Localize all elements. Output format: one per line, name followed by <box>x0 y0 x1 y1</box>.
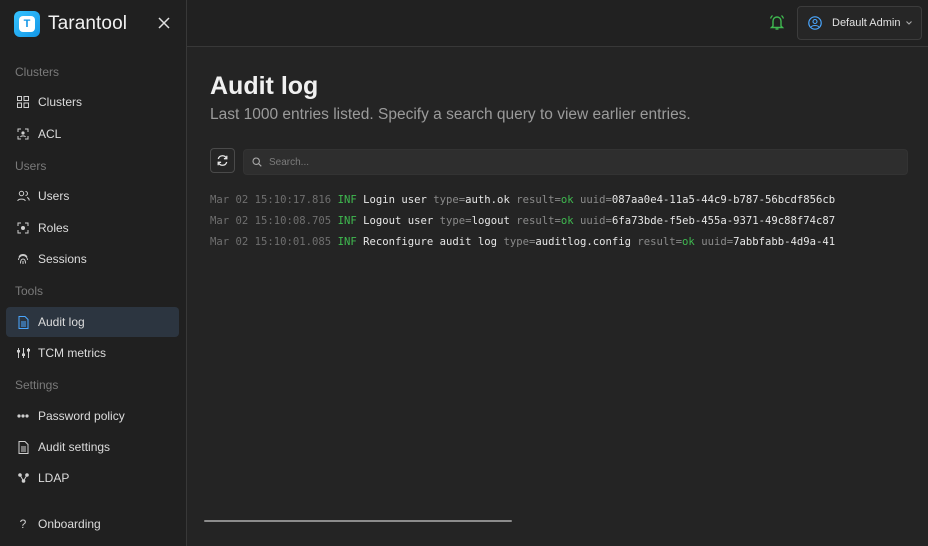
app-name: Tarantool <box>48 13 128 34</box>
log-uuid: 7abbfabb-4d9a-41 <box>733 236 836 248</box>
user-name: Default Admin <box>832 17 901 29</box>
search-icon <box>252 157 262 167</box>
log-timestamp: Mar 02 15:10:17.816 <box>210 194 332 206</box>
log-message: Logout user <box>363 215 434 227</box>
log-timestamp: Mar 02 15:10:01.085 <box>210 236 332 248</box>
document-icon <box>16 440 30 454</box>
sidebar-item-clusters[interactable]: Clusters <box>6 87 179 117</box>
sidebar-item-label: Clusters <box>38 95 83 109</box>
log-level: INF <box>337 236 357 248</box>
sidebar-item-audit-settings[interactable]: Audit settings <box>6 432 179 462</box>
refresh-button[interactable] <box>210 148 235 173</box>
log-uuid: 087aa0e4-11a5-44c9-b787-56bcdf856cb <box>611 194 836 206</box>
sidebar-item-label: Audit settings <box>38 440 111 454</box>
log-key: result= <box>637 236 683 248</box>
log-timestamp: Mar 02 15:10:08.705 <box>210 215 332 227</box>
sidebar-item-label: TCM metrics <box>38 346 106 360</box>
tarantool-logo-icon: T <box>14 11 40 37</box>
metrics-icon <box>16 346 30 360</box>
refresh-icon <box>217 155 228 166</box>
password-dots-icon <box>16 409 30 423</box>
log-key: type= <box>503 236 536 248</box>
notifications-button[interactable] <box>768 13 786 31</box>
log-entry[interactable]: Mar 02 15:10:17.816 INF Login user type=… <box>210 192 902 213</box>
section-tools: Tools <box>15 284 44 298</box>
chevron-down-icon <box>906 21 912 25</box>
sidebar-item-audit-log[interactable]: Audit log <box>6 307 179 337</box>
close-sidebar-button[interactable] <box>154 13 174 33</box>
sidebar: T Tarantool Clusters Clusters ACL Users … <box>0 0 187 546</box>
log-key: result= <box>516 194 561 206</box>
page-title: Audit log <box>210 72 319 100</box>
sidebar-item-label: LDAP <box>38 471 70 485</box>
fingerprint-icon <box>16 252 30 266</box>
section-users: Users <box>15 159 47 173</box>
document-icon <box>16 315 30 329</box>
sidebar-item-label: Onboarding <box>38 517 101 531</box>
sidebar-item-users[interactable]: Users <box>6 181 179 211</box>
log-type: auditlog.config <box>535 236 631 248</box>
sidebar-item-tcm-metrics[interactable]: TCM metrics <box>6 338 179 368</box>
sidebar-item-label: Roles <box>38 221 69 235</box>
log-result: ok <box>682 236 695 248</box>
acl-icon <box>16 127 30 141</box>
sidebar-item-roles[interactable]: Roles <box>6 213 179 243</box>
page-subtitle: Last 1000 entries listed. Specify a sear… <box>210 106 691 123</box>
log-key: result= <box>516 215 561 227</box>
brand[interactable]: T Tarantool <box>14 11 127 37</box>
clusters-icon <box>16 95 30 109</box>
ldap-network-icon <box>16 471 30 485</box>
search-input[interactable] <box>269 156 869 168</box>
section-clusters: Clusters <box>15 65 60 79</box>
sidebar-item-label: ACL <box>38 127 62 141</box>
log-level: INF <box>337 194 357 206</box>
search-box[interactable] <box>243 149 908 175</box>
sidebar-item-label: Password policy <box>38 409 125 423</box>
audit-log-list: Mar 02 15:10:17.816 INF Login user type=… <box>210 192 902 255</box>
log-key: uuid= <box>580 194 612 206</box>
sidebar-item-label: Sessions <box>38 252 87 266</box>
log-result: ok <box>560 194 574 206</box>
user-menu-button[interactable]: Default Admin <box>797 6 922 40</box>
sidebar-item-label: Users <box>38 189 70 203</box>
bell-icon <box>769 15 785 30</box>
log-key: uuid= <box>701 236 734 248</box>
user-avatar-icon <box>808 16 822 30</box>
sidebar-item-ldap[interactable]: LDAP <box>6 463 179 493</box>
sidebar-item-label: Audit log <box>38 315 85 329</box>
log-key: type= <box>439 215 472 227</box>
close-icon <box>158 17 170 29</box>
log-level: INF <box>337 215 357 227</box>
sidebar-item-password-policy[interactable]: Password policy <box>6 401 179 431</box>
log-type: logout <box>471 215 510 227</box>
log-message: Reconfigure audit log <box>363 236 498 248</box>
users-icon <box>16 189 30 203</box>
log-entry[interactable]: Mar 02 15:10:08.705 INF Logout user type… <box>210 213 902 234</box>
log-key: type= <box>433 194 466 206</box>
sidebar-item-acl[interactable]: ACL <box>6 119 179 149</box>
log-result: ok <box>560 215 574 227</box>
log-entry[interactable]: Mar 02 15:10:01.085 INF Reconfigure audi… <box>210 234 902 255</box>
log-key: uuid= <box>580 215 612 227</box>
logo-letter: T <box>19 16 35 32</box>
log-type: auth.ok <box>465 194 510 206</box>
log-uuid: 6fa73bde-f5eb-455a-9371-49c88f74c87 <box>611 215 836 227</box>
sidebar-item-onboarding[interactable]: ? Onboarding <box>6 509 179 539</box>
horizontal-scrollbar[interactable] <box>204 520 512 522</box>
question-icon: ? <box>19 517 27 531</box>
roles-icon <box>16 221 30 235</box>
log-message: Login user <box>363 194 427 206</box>
sidebar-item-sessions[interactable]: Sessions <box>6 244 179 274</box>
section-settings: Settings <box>15 378 59 392</box>
